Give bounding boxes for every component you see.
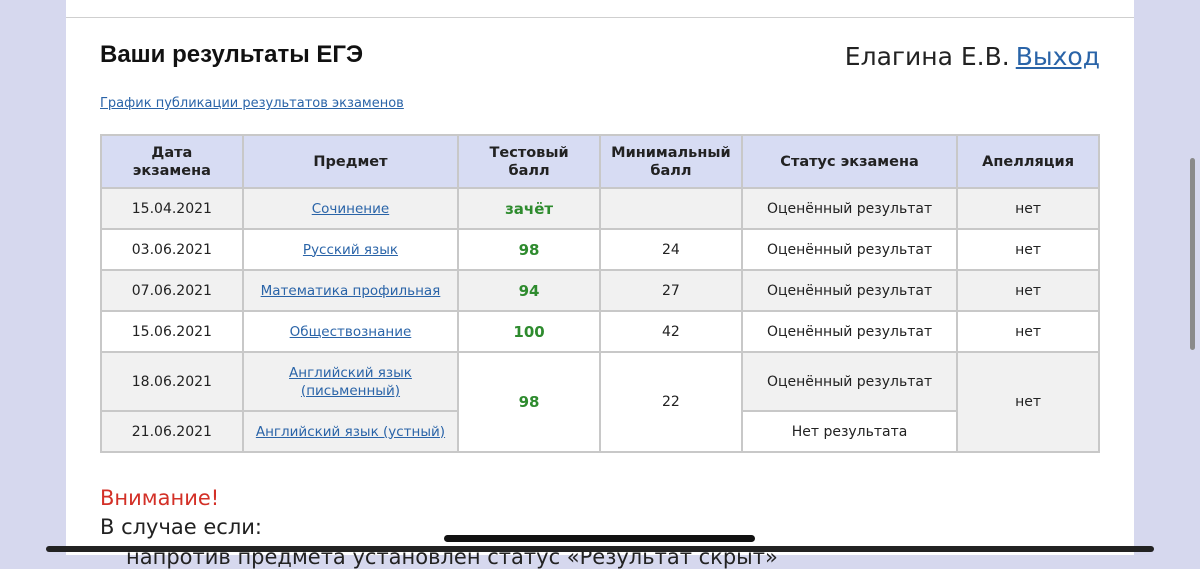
results-page: Ваши результаты ЕГЭ Елагина Е.В. Выход Гр…: [66, 0, 1134, 569]
cell-date: 03.06.2021: [100, 228, 244, 271]
subject-link[interactable]: Сочинение: [312, 201, 389, 217]
subject-link[interactable]: Обществознание: [290, 324, 412, 340]
cell-score: 100: [457, 310, 601, 353]
cell-min-score: [598, 187, 743, 230]
warning-heading: Внимание!: [100, 486, 220, 510]
table-row: 03.06.2021 Русский язык 98 24 Оценённый …: [100, 228, 1100, 271]
home-indicator[interactable]: [444, 535, 755, 542]
horizontal-scrollbar[interactable]: [46, 546, 1154, 552]
cell-min-score: 42: [598, 310, 743, 353]
vertical-scrollbar[interactable]: [1190, 158, 1195, 350]
cell-status: Оценённый результат: [740, 310, 959, 353]
col-header-min-score: Минимальный балл: [598, 134, 743, 189]
cell-subject: Английский язык (письменный): [241, 351, 460, 412]
cell-date: 18.06.2021: [100, 351, 244, 412]
cell-min-score: 27: [598, 269, 743, 312]
cell-status: Оценённый результат: [740, 351, 959, 412]
cell-status: Оценённый результат: [740, 269, 959, 312]
col-header-subject: Предмет: [241, 134, 460, 189]
col-header-score: Тестовый балл: [457, 134, 601, 189]
cell-subject: Русский язык: [241, 228, 460, 271]
cell-subject: Математика профильная: [241, 269, 460, 312]
top-divider: [66, 17, 1134, 18]
cell-min-score: 24: [598, 228, 743, 271]
cell-appeal: нет: [956, 351, 1100, 453]
col-header-status: Статус экзамена: [740, 134, 959, 189]
cell-appeal: нет: [956, 228, 1100, 271]
cell-appeal: нет: [956, 310, 1100, 353]
cell-status: Оценённый результат: [740, 228, 959, 271]
cell-subject: Обществознание: [241, 310, 460, 353]
cell-score: 98: [457, 351, 601, 453]
col-header-appeal: Апелляция: [956, 134, 1100, 189]
subject-link[interactable]: Английский язык (письменный): [289, 365, 412, 399]
cell-status: Нет результата: [740, 410, 959, 453]
cell-score: зачёт: [457, 187, 601, 230]
cell-score: 94: [457, 269, 601, 312]
cell-appeal: нет: [956, 269, 1100, 312]
cell-date: 15.04.2021: [100, 187, 244, 230]
user-area: Елагина Е.В. Выход: [845, 42, 1100, 71]
cell-date: 07.06.2021: [100, 269, 244, 312]
table-header-row: Дата экзамена Предмет Тестовый балл Мини…: [100, 134, 1100, 189]
cell-status: Оценённый результат: [740, 187, 959, 230]
schedule-link[interactable]: График публикации результатов экзаменов: [100, 96, 404, 111]
logout-link[interactable]: Выход: [1016, 42, 1100, 71]
subject-link[interactable]: Математика профильная: [261, 283, 441, 299]
cell-subject: Английский язык (устный): [241, 410, 460, 453]
table-row: 15.06.2021 Обществознание 100 42 Оценённ…: [100, 310, 1100, 353]
page-title: Ваши результаты ЕГЭ: [100, 41, 364, 68]
cell-appeal: нет: [956, 187, 1100, 230]
cell-min-score: 22: [598, 351, 743, 453]
subject-link[interactable]: Русский язык: [303, 242, 398, 258]
results-table: Дата экзамена Предмет Тестовый балл Мини…: [100, 134, 1100, 453]
subject-link[interactable]: Английский язык (устный): [256, 424, 445, 440]
notice-intro: В случае если:: [100, 515, 262, 539]
table-row: 07.06.2021 Математика профильная 94 27 О…: [100, 269, 1100, 312]
cell-date: 21.06.2021: [100, 410, 244, 453]
user-name: Елагина Е.В.: [844, 42, 1010, 71]
cell-subject: Сочинение: [241, 187, 460, 230]
table-row: 15.04.2021 Сочинение зачёт Оценённый рез…: [100, 187, 1100, 230]
cell-date: 15.06.2021: [100, 310, 244, 353]
table-row: 18.06.2021 Английский язык (письменный) …: [100, 351, 1100, 453]
col-header-date: Дата экзамена: [100, 134, 244, 189]
cell-score: 98: [457, 228, 601, 271]
